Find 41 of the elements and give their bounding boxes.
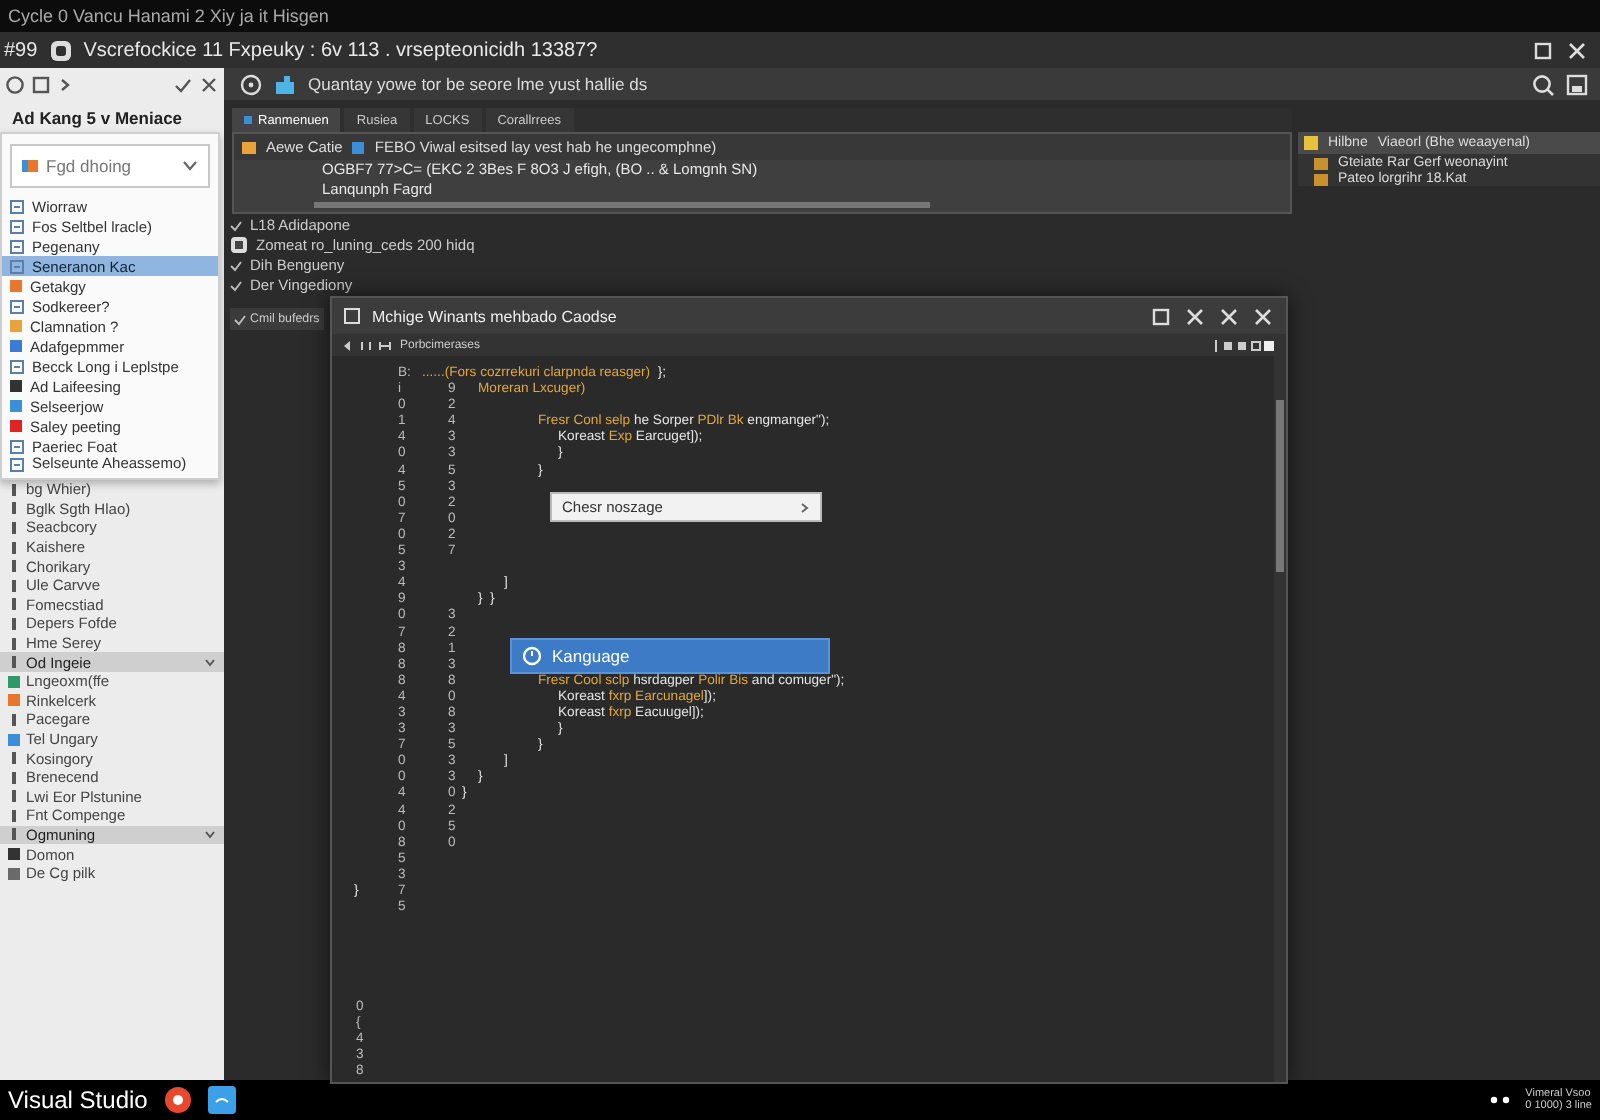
maximize-icon[interactable] — [1150, 305, 1172, 327]
square-icon — [352, 141, 365, 153]
search-icon[interactable] — [1532, 73, 1554, 95]
list-icon — [10, 219, 24, 233]
tile-icon — [22, 158, 38, 174]
caret-icon — [204, 657, 216, 668]
square-icon[interactable] — [32, 75, 50, 93]
caret-icon — [204, 829, 216, 840]
list-icon — [10, 199, 24, 213]
close-icon[interactable] — [200, 75, 218, 93]
panel-title: Ad Kang 5 v Meniace — [10, 106, 185, 132]
toolbar-text: Quantay yowe tor be seore lme yust hallie ds — [308, 74, 648, 94]
window-icon — [344, 308, 360, 324]
maximize-icon[interactable] — [1532, 39, 1554, 61]
check-icon — [230, 219, 242, 231]
window-title: Mchige Winants mehbado Caodse — [372, 307, 617, 325]
list-icon — [10, 457, 24, 471]
check-icon — [234, 313, 246, 325]
app-name: Visual Studio — [8, 1086, 148, 1114]
title-prefix: #99 — [4, 39, 38, 61]
check-icon[interactable] — [174, 75, 192, 93]
window-caption: Cycle 0 Vancu Hanami 2 Xiy ja it Hisgen — [8, 6, 329, 26]
list-icon — [10, 359, 24, 373]
list-icon — [10, 239, 24, 253]
scrollbar[interactable] — [1274, 356, 1286, 1082]
save-icon[interactable] — [1566, 73, 1588, 95]
clock-icon — [522, 646, 542, 666]
window-title: Vscrefockice 11 Fxpeuky : 6v 113 . vrsepteonicidh 13387? — [83, 39, 598, 61]
record-icon[interactable] — [163, 1086, 192, 1114]
caret-icon — [182, 160, 198, 172]
circle-icon[interactable] — [6, 75, 24, 93]
scrollbar[interactable] — [314, 202, 930, 208]
chevron-icon — [800, 501, 810, 513]
dots-icon — [1489, 1096, 1510, 1104]
list-icon — [10, 439, 24, 453]
list-icon — [10, 299, 24, 313]
app-icon — [49, 39, 72, 61]
list-icon — [10, 259, 24, 273]
highlighted-suggestion[interactable]: Kanguage — [510, 638, 830, 674]
chevron-icon[interactable] — [58, 75, 72, 93]
dropdown-field[interactable]: Fgd dhoing — [10, 144, 210, 188]
